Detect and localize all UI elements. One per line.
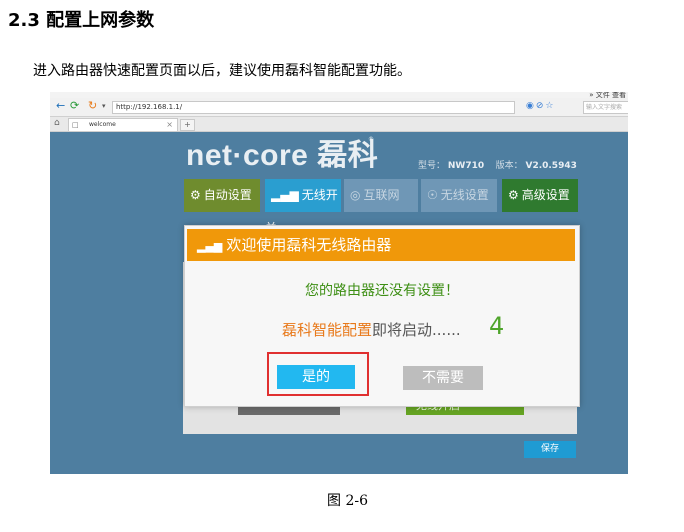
smart-config-message: 磊科智能配置即将启动...... xyxy=(282,319,461,340)
welcome-dialog: ▂▄▆ 欢迎使用磊科无线路由器 您的路由器还没有设置！ 磊科智能配置即将启动...… xyxy=(184,225,580,407)
countdown-number: 4 xyxy=(489,312,505,340)
smart-config-rest: 即将启动...... xyxy=(372,321,461,339)
dialog-title-bar: ▂▄▆ 欢迎使用磊科无线路由器 xyxy=(187,229,575,261)
smart-config-highlight: 磊科智能配置 xyxy=(282,321,373,339)
not-configured-message: 您的路由器还没有设置！ xyxy=(305,283,459,299)
nav-label: 无线设置 xyxy=(440,188,489,202)
model-value: NW710 xyxy=(447,161,485,171)
nav-label: 高级设置 xyxy=(521,188,570,202)
gear-icon: ⚙ xyxy=(190,188,201,202)
version-value: V2.0.5943 xyxy=(525,161,577,171)
model-info: 型号： NW710 版本： V2.0.5943 xyxy=(418,158,577,171)
forward-arrow-icon[interactable]: ⟳ xyxy=(70,100,79,112)
back-arrow-icon[interactable]: ← xyxy=(56,100,65,112)
version-label: 版本： xyxy=(495,161,523,171)
nav-wireless-switch[interactable]: ▂▄▆无线开关 xyxy=(265,179,341,235)
nav-advanced-settings[interactable]: ⚙ 高级设置 xyxy=(502,179,578,212)
globe-icon: ◎ xyxy=(350,188,361,202)
url-input[interactable]: http://192.168.1.1/ xyxy=(112,101,515,114)
dialog-title: 欢迎使用磊科无线路由器 xyxy=(226,236,392,254)
registered-mark: ® xyxy=(368,136,374,143)
reload-icon[interactable]: ↻ xyxy=(88,100,97,112)
save-button[interactable]: 保存 xyxy=(524,441,576,458)
intro-paragraph: 进入路由器快速配置页面以后，建议使用磊科智能配置功能。 xyxy=(33,63,411,79)
tab-title: welcome xyxy=(89,121,116,128)
tab-welcome[interactable]: □ welcome × xyxy=(68,118,178,131)
section-heading: 2.3 配置上网参数 xyxy=(8,10,155,31)
address-bar-icons[interactable]: ◉⊘☆ xyxy=(526,101,555,111)
nav-wireless-settings[interactable]: ☉ 无线设置 xyxy=(421,179,497,212)
nav-label: 互联网 xyxy=(363,188,400,202)
gear-icon: ⚙ xyxy=(508,188,519,202)
page-icon: □ xyxy=(72,121,79,129)
nav-label: 自动设置 xyxy=(203,188,252,202)
wireless-icon: ☉ xyxy=(427,188,438,202)
nav-internet[interactable]: ◎ 互联网 xyxy=(344,179,418,212)
no-thanks-button[interactable]: 不需要 xyxy=(403,366,483,390)
address-bar-row: ← ⟳ ↻ ▾ http://192.168.1.1/ ◉⊘☆ 输入文字搜索 xyxy=(50,98,628,117)
figure-caption: 图 2-6 xyxy=(327,493,368,509)
netcore-logo: net·core 磊科 xyxy=(186,139,379,172)
search-input[interactable]: 输入文字搜索 xyxy=(583,101,628,114)
tab-close-icon[interactable]: × xyxy=(166,119,173,131)
highlight-box xyxy=(267,352,369,396)
model-label: 型号： xyxy=(418,161,446,171)
router-screenshot: » 文件 查看 ← ⟳ ↻ ▾ http://192.168.1.1/ ◉⊘☆ … xyxy=(50,92,628,474)
dropdown-chevron-icon[interactable]: ▾ xyxy=(102,102,106,110)
home-icon[interactable]: ⌂ xyxy=(54,118,60,128)
signal-bars-icon: ▂▄▆ xyxy=(197,240,223,253)
nav-auto-setup[interactable]: ⚙ 自动设置 xyxy=(184,179,260,212)
signal-bars-icon: ▂▄▆ xyxy=(271,188,299,202)
